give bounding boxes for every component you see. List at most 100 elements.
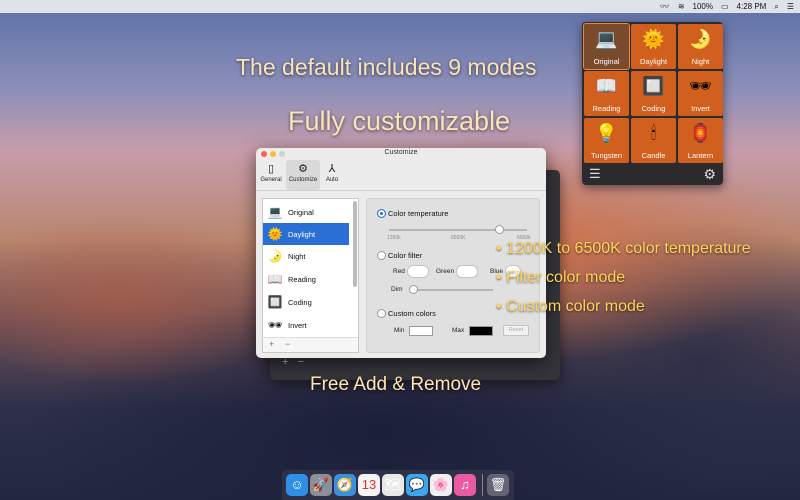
dim-slider[interactable] <box>411 289 493 291</box>
green-toggle[interactable] <box>456 265 478 278</box>
dim-label: Dim <box>391 286 403 293</box>
safari-icon[interactable]: 🧭 <box>334 474 356 496</box>
tab-auto-label: Auto <box>325 177 339 183</box>
mode-candle[interactable]: 🕯 Candle <box>631 118 676 163</box>
messages-icon[interactable]: 💬 <box>406 474 428 496</box>
mode-reading[interactable]: 📖 Reading <box>584 71 629 116</box>
list-scrollbar[interactable] <box>353 201 357 287</box>
mode-label: Tungsten <box>591 151 622 160</box>
mode-night[interactable]: 🌛 Night <box>678 24 723 69</box>
gear-icon[interactable]: ⚙ <box>703 166 716 182</box>
promo-add-remove-caption: Free Add & Remove <box>310 374 482 395</box>
title-bar[interactable]: Customize <box>256 148 546 160</box>
list-item[interactable]: 🌛 Night <box>263 245 349 267</box>
green-label: Green <box>436 268 455 275</box>
battery-icon[interactable]: ▭ <box>721 1 729 12</box>
wifi-icon[interactable]: ≋ <box>678 1 685 12</box>
temperature-slider-knob[interactable] <box>495 225 504 234</box>
trash-icon[interactable]: 🗑 <box>487 474 509 496</box>
add-mode-button[interactable]: + <box>269 339 274 349</box>
max-color-well[interactable] <box>469 326 493 336</box>
menu-bar: 👓 ≋ 100% ▭ 4:28 PM ⌕ ☰ <box>0 0 800 13</box>
list-item[interactable]: 🕶 Invert <box>263 314 349 336</box>
color-filter-label: Color filter <box>388 251 423 260</box>
min-label: Min <box>394 327 405 334</box>
mode-tungsten[interactable]: 💡 Tungsten <box>584 118 629 163</box>
calendar-icon[interactable]: 13 <box>358 474 380 496</box>
promo-modes-caption: The default includes 9 modes <box>236 54 537 80</box>
photos-icon[interactable]: 🌸 <box>430 474 452 496</box>
dim-slider-knob[interactable] <box>409 285 418 294</box>
mode-label: Original <box>593 57 620 66</box>
menu-extras: 👓 ≋ 100% ▭ 4:28 PM ⌕ ☰ <box>660 1 794 12</box>
tab-general[interactable]: ▯ General <box>260 160 282 190</box>
gear-icon: ⚙ <box>298 163 308 175</box>
lightbulb-icon: 💡 <box>595 123 618 143</box>
bullet-color-temperature: • 1200K to 6500K color temperature <box>496 240 751 257</box>
remove-mode-button[interactable]: − <box>285 339 290 349</box>
mode-label: Reading <box>592 104 621 113</box>
moon-icon: 🌛 <box>689 29 712 49</box>
hamburger-menu-icon[interactable]: ☰ <box>589 167 601 181</box>
list-item-label: Invert <box>288 321 307 330</box>
book-icon: 📖 <box>595 76 618 96</box>
color-temperature-radio[interactable] <box>377 209 386 218</box>
red-label: Red <box>393 268 405 275</box>
tab-general-label: General <box>260 177 282 183</box>
min-color-well[interactable] <box>409 326 433 336</box>
launchpad-icon[interactable]: 🚀 <box>310 474 332 496</box>
dock: ☺ 🚀 🧭 13 🗺 💬 🌸 ♫ 🗑 <box>282 470 514 500</box>
mode-label: Daylight <box>639 57 668 66</box>
promo-customizable-caption: Fully customizable <box>288 106 511 136</box>
mode-original[interactable]: 💻 Original <box>583 23 630 70</box>
red-toggle[interactable] <box>407 265 429 278</box>
mode-dropdown-panel: 💻 Original 🌞 Daylight 🌛 Night 📖 Reading … <box>582 22 723 185</box>
color-filter-radio[interactable] <box>377 251 386 260</box>
compass-icon: ⅄ <box>328 163 336 175</box>
maps-icon[interactable]: 🗺 <box>382 474 404 496</box>
reset-button[interactable]: Reset <box>503 325 529 336</box>
search-icon[interactable]: ⌕ <box>774 1 778 12</box>
list-footer: + − <box>263 337 358 352</box>
tab-auto[interactable]: ⅄ Auto <box>322 160 342 190</box>
custom-colors-label: Custom colors <box>388 309 436 318</box>
bullet-filter-mode: • Filter color mode <box>496 269 626 286</box>
mode-label: Candle <box>641 151 666 160</box>
moon-icon: 🌛 <box>267 249 283 263</box>
color-temperature-label: Color temperature <box>388 209 449 218</box>
mode-label: Night <box>691 57 710 66</box>
list-item-label: Daylight <box>288 230 316 239</box>
finder-icon[interactable]: ☺ <box>286 474 308 496</box>
circuit-icon: 🔲 <box>642 76 665 96</box>
sun-icon: 🌞 <box>642 29 665 49</box>
itunes-icon[interactable]: ♫ <box>454 474 476 496</box>
dock-separator <box>482 474 483 496</box>
tab-customize[interactable]: ⚙ Customize <box>286 160 320 190</box>
tab-customize-label: Customize <box>288 177 318 183</box>
clock[interactable]: 4:28 PM <box>737 1 767 12</box>
glasses-icon[interactable]: 👓 <box>660 1 670 12</box>
list-item[interactable]: 🔲 Coding <box>263 291 349 313</box>
mode-lantern[interactable]: 🏮 Lantern <box>678 118 723 163</box>
mode-grid: 💻 Original 🌞 Daylight 🌛 Night 📖 Reading … <box>583 23 723 163</box>
max-label: Max <box>452 327 465 334</box>
sun-icon: 🌞 <box>267 227 283 241</box>
list-item[interactable]: 📖 Reading <box>263 268 349 290</box>
list-item[interactable]: 💻 Original <box>263 201 349 223</box>
temperature-slider[interactable] <box>389 229 527 231</box>
mode-coding[interactable]: 🔲 Coding <box>631 71 676 116</box>
window-title: Customize <box>384 149 418 156</box>
temp-tick-mid: 6500K <box>451 235 466 241</box>
battery-percent: 100% <box>692 2 713 11</box>
mode-invert[interactable]: 🕶 Invert <box>678 71 723 116</box>
list-item[interactable]: 🌞 Daylight <box>263 223 349 245</box>
notification-center-icon[interactable]: ☰ <box>787 1 794 12</box>
custom-colors-radio[interactable] <box>377 309 386 318</box>
preferences-toolbar: ▯ General ⚙ Customize ⅄ Auto <box>256 160 546 191</box>
laptop-icon: 💻 <box>267 205 283 219</box>
mode-label: Coding <box>641 104 666 113</box>
candle-icon: 🕯 <box>650 123 657 143</box>
circuit-icon: 🔲 <box>267 295 283 309</box>
mode-label: Lantern <box>687 151 714 160</box>
mode-daylight[interactable]: 🌞 Daylight <box>631 24 676 69</box>
